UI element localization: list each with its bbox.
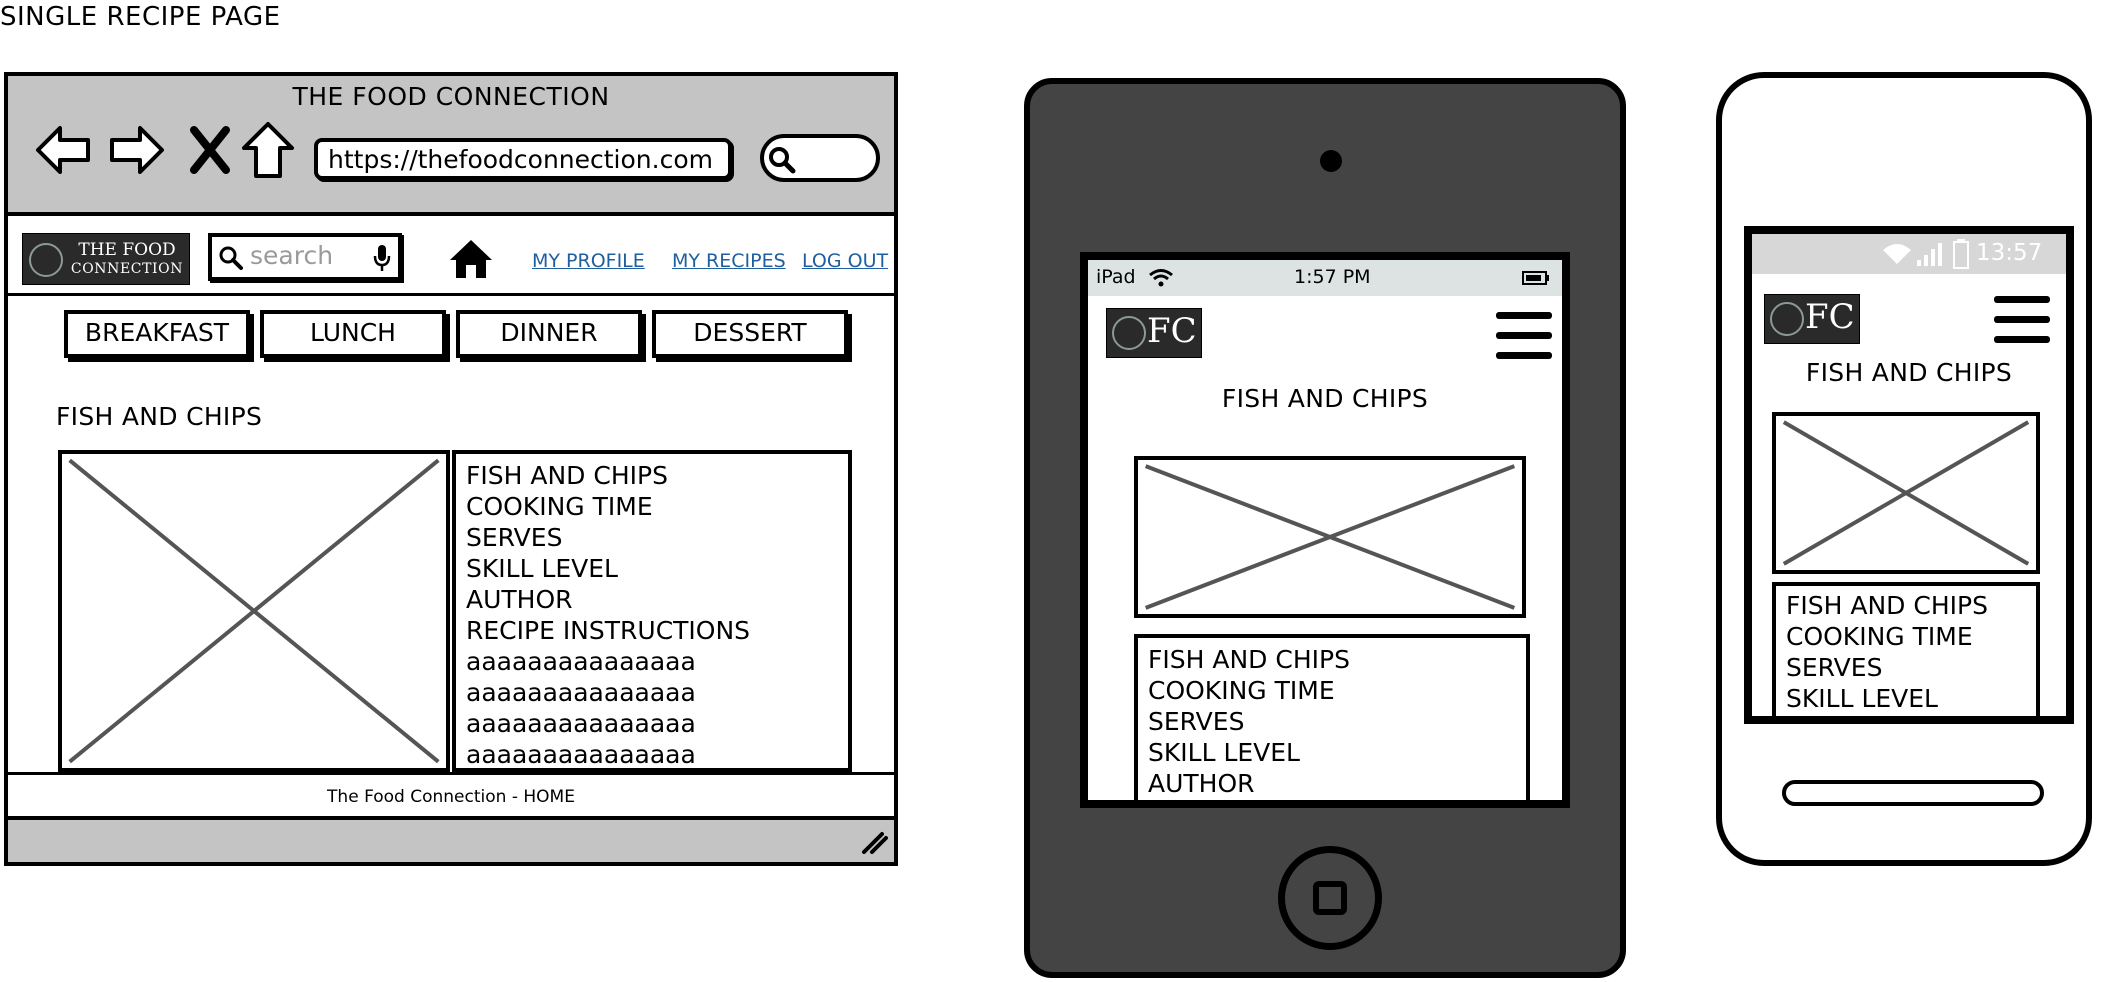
phone-home-bar[interactable] (1782, 780, 2044, 806)
browser-status-bar (8, 820, 894, 862)
detail-line: COOKING TIME (1148, 676, 1335, 705)
recipe-heading: FISH AND CHIPS (56, 402, 263, 431)
phone-device: 13:57 FC FISH AND CHIPS FISH AND CHIPS C… (1716, 72, 2092, 866)
phone-screen: 13:57 FC FISH AND CHIPS FISH AND CHIPS C… (1744, 226, 2074, 724)
image-placeholder-icon (1138, 460, 1522, 614)
browser-chrome: THE FOOD CONNECTION https://thefoodconne… (8, 76, 894, 216)
recipe-details-panel: FISH AND CHIPS COOKING TIME SERVES SKILL… (452, 450, 852, 772)
wifi-icon (1149, 269, 1173, 287)
browser-search-field[interactable] (760, 134, 880, 182)
desktop-browser-window: THE FOOD CONNECTION https://thefoodconne… (4, 72, 898, 866)
instruction-line: aaaaaaaaaaaaaaa (466, 647, 696, 676)
address-bar[interactable]: https://thefoodconnection.com (314, 138, 732, 180)
site-home-icon[interactable] (448, 238, 494, 280)
detail-line: AUTHOR (1148, 769, 1255, 798)
page-title: SINGLE RECIPE PAGE (0, 2, 281, 32)
stop-icon[interactable] (180, 120, 240, 180)
site-logo[interactable]: FC (1106, 308, 1202, 358)
image-placeholder-icon (1776, 416, 2036, 570)
image-placeholder-icon (62, 454, 446, 768)
search-icon (769, 147, 796, 174)
detail-line: FISH AND CHIPS (1148, 645, 1350, 674)
instruction-line: aaaaaaaaaaaaaaa (466, 678, 696, 707)
site-logo[interactable]: THE FOOD CONNECTION (22, 233, 190, 285)
microphone-icon[interactable] (372, 243, 392, 273)
search-icon (219, 246, 243, 270)
recipe-details-panel: FISH AND CHIPS COOKING TIME SERVES SKILL… (1772, 582, 2040, 716)
recipe-heading: FISH AND CHIPS (1221, 384, 1429, 413)
detail-line: FISH AND CHIPS (1786, 591, 1988, 620)
category-dinner-button[interactable]: DINNER (456, 310, 642, 358)
forward-arrow-icon[interactable] (106, 120, 166, 180)
home-square-icon (1313, 881, 1347, 915)
instruction-line: aaaaaaaaaaaaaaa (466, 709, 696, 738)
fork-knife-emblem-icon (1770, 302, 1804, 336)
logo-line-1: THE FOOD (78, 240, 176, 260)
nav-link-my-recipes[interactable]: MY RECIPES (672, 250, 786, 272)
category-dessert-button[interactable]: DESSERT (652, 310, 848, 358)
site-logo[interactable]: FC (1764, 294, 1860, 344)
phone-status-bar: 13:57 (1752, 234, 2066, 274)
recipe-image-placeholder (1134, 456, 1526, 618)
detail-line: COOKING TIME (1786, 622, 1973, 651)
signal-icon (1917, 243, 1942, 266)
camera-icon (1320, 150, 1342, 172)
site-header: THE FOOD CONNECTION search MY PROFILE MY… (8, 220, 894, 296)
tablet-screen: iPad 1:57 PM FC FISH AND CHIPS FISH AND … (1080, 252, 1570, 808)
resize-grip-icon[interactable] (860, 830, 888, 854)
detail-line: SERVES (1148, 707, 1245, 736)
detail-line: SKILL LEVEL (466, 554, 618, 583)
detail-line: SKILL LEVEL (1786, 684, 1938, 713)
battery-icon (1953, 239, 1969, 269)
detail-line: SKILL LEVEL (1148, 738, 1300, 767)
logo-text: FC (1805, 297, 1855, 337)
logo-text: FC (1147, 311, 1197, 351)
recipe-details-panel: FISH AND CHIPS COOKING TIME SERVES SKILL… (1134, 634, 1530, 800)
detail-line: AUTHOR (466, 585, 573, 614)
hamburger-menu-icon[interactable] (1496, 312, 1552, 360)
fork-knife-emblem-icon (1112, 316, 1146, 350)
home-icon[interactable] (238, 120, 298, 180)
detail-line: FISH AND CHIPS (466, 461, 668, 490)
nav-link-log-out[interactable]: LOG OUT (802, 250, 888, 272)
fork-knife-emblem-icon (29, 243, 63, 277)
nav-link-my-profile[interactable]: MY PROFILE (532, 250, 645, 272)
battery-icon (1522, 271, 1549, 285)
status-time: 13:57 (1976, 240, 2043, 266)
wifi-icon (1883, 244, 1911, 264)
recipe-heading: FISH AND CHIPS (1805, 358, 2013, 387)
back-arrow-icon[interactable] (34, 120, 94, 180)
device-label: iPad (1096, 266, 1136, 288)
tablet-home-button[interactable] (1278, 846, 1382, 950)
hamburger-menu-icon[interactable] (1994, 296, 2050, 344)
tablet-device: iPad 1:57 PM FC FISH AND CHIPS FISH AND … (1024, 78, 1626, 978)
site-search-input[interactable]: search (208, 233, 402, 281)
site-footer[interactable]: The Food Connection - HOME (8, 772, 894, 820)
detail-line: COOKING TIME (466, 492, 653, 521)
detail-line: RECIPE INSTRUCTIONS (466, 616, 751, 645)
instruction-line: aaaaaaaaaaaaaaa (466, 740, 696, 769)
search-placeholder: search (250, 241, 334, 270)
category-lunch-button[interactable]: LUNCH (260, 310, 446, 358)
logo-text: THE FOOD CONNECTION (69, 241, 185, 279)
logo-line-2: CONNECTION (70, 261, 184, 277)
tablet-status-bar: iPad 1:57 PM (1088, 260, 1562, 296)
recipe-image-placeholder (58, 450, 450, 772)
category-breakfast-button[interactable]: BREAKFAST (64, 310, 250, 358)
detail-line: SERVES (466, 523, 563, 552)
status-time: 1:57 PM (1294, 266, 1371, 288)
recipe-image-placeholder (1772, 412, 2040, 574)
window-title: THE FOOD CONNECTION (292, 82, 610, 111)
detail-line: SERVES (1786, 653, 1883, 682)
